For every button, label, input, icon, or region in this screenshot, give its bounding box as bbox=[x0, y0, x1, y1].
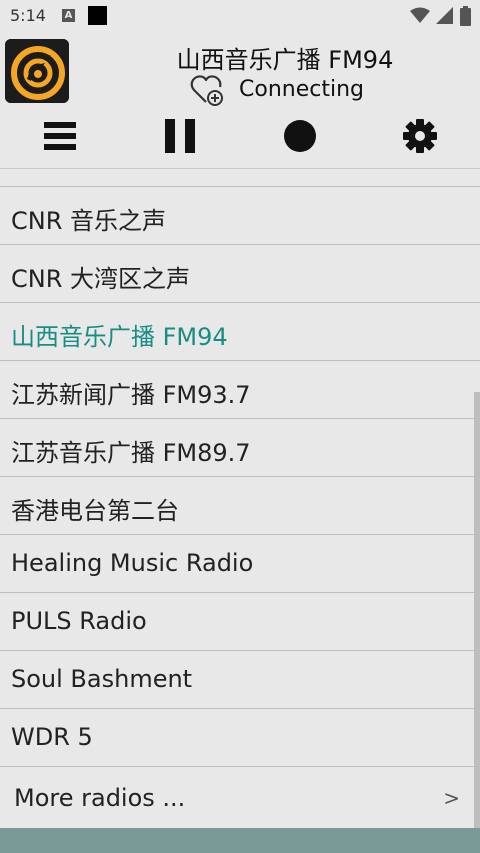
list-item[interactable]: 江苏音乐广播 FM89.7 bbox=[0, 419, 480, 477]
heart-plus-icon[interactable] bbox=[190, 74, 226, 112]
more-radios-row[interactable]: More radios ... > bbox=[0, 770, 480, 827]
battery-icon bbox=[460, 6, 471, 30]
station-label: CNR 大湾区之声 bbox=[11, 265, 191, 293]
list-item[interactable]: Healing Music Radio bbox=[0, 535, 480, 593]
station-label: 江苏音乐广播 FM89.7 bbox=[11, 439, 251, 467]
square-notification-icon bbox=[88, 6, 107, 25]
record-icon bbox=[283, 119, 317, 157]
station-label: Healing Music Radio bbox=[11, 549, 254, 577]
app-logo[interactable] bbox=[5, 39, 69, 103]
list-item-active[interactable]: 山西音乐广播 FM94 bbox=[0, 303, 480, 361]
playback-toolbar bbox=[0, 110, 480, 169]
scrollbar[interactable] bbox=[474, 392, 480, 828]
list-item[interactable]: PULS Radio bbox=[0, 593, 480, 651]
status-bar: 5:14 A bbox=[0, 0, 480, 32]
pause-icon bbox=[165, 119, 195, 157]
station-label: PULS Radio bbox=[11, 607, 147, 635]
station-title: 山西音乐广播 FM94 bbox=[176, 46, 394, 74]
list-item[interactable]: CNR 大湾区之声 bbox=[0, 245, 480, 303]
list-item[interactable]: WDR 5 bbox=[0, 709, 480, 767]
station-label: 香港电台第二台 bbox=[11, 497, 179, 525]
pause-button[interactable] bbox=[140, 110, 220, 166]
menu-icon bbox=[44, 122, 76, 154]
station-list: CNR 音乐之声 CNR 大湾区之声 山西音乐广播 FM94 江苏新闻广播 FM… bbox=[0, 186, 480, 767]
bottom-bar bbox=[0, 828, 480, 853]
now-playing-header: 山西音乐广播 FM94 Connecting bbox=[0, 32, 480, 110]
status-time: 5:14 bbox=[10, 6, 46, 25]
list-item[interactable]: CNR 音乐之声 bbox=[0, 187, 480, 245]
more-radios-label: More radios ... bbox=[14, 784, 186, 812]
station-label: CNR 音乐之声 bbox=[11, 207, 167, 235]
a-notification-icon: A bbox=[62, 9, 75, 22]
list-item[interactable]: 江苏新闻广播 FM93.7 bbox=[0, 361, 480, 419]
chevron-right-icon: > bbox=[443, 786, 460, 810]
settings-button[interactable] bbox=[380, 110, 460, 166]
menu-button[interactable] bbox=[20, 110, 100, 166]
list-item[interactable]: 香港电台第二台 bbox=[0, 477, 480, 535]
connection-status: Connecting bbox=[239, 77, 364, 102]
record-button[interactable] bbox=[260, 110, 340, 166]
station-label: 江苏新闻广播 FM93.7 bbox=[11, 381, 251, 409]
list-item[interactable]: Soul Bashment bbox=[0, 651, 480, 709]
station-label: WDR 5 bbox=[11, 723, 93, 751]
wifi-icon bbox=[410, 7, 430, 29]
station-label: 山西音乐广播 FM94 bbox=[11, 323, 228, 351]
signal-icon bbox=[436, 7, 454, 29]
gear-icon bbox=[402, 118, 438, 158]
station-label: Soul Bashment bbox=[11, 665, 193, 693]
